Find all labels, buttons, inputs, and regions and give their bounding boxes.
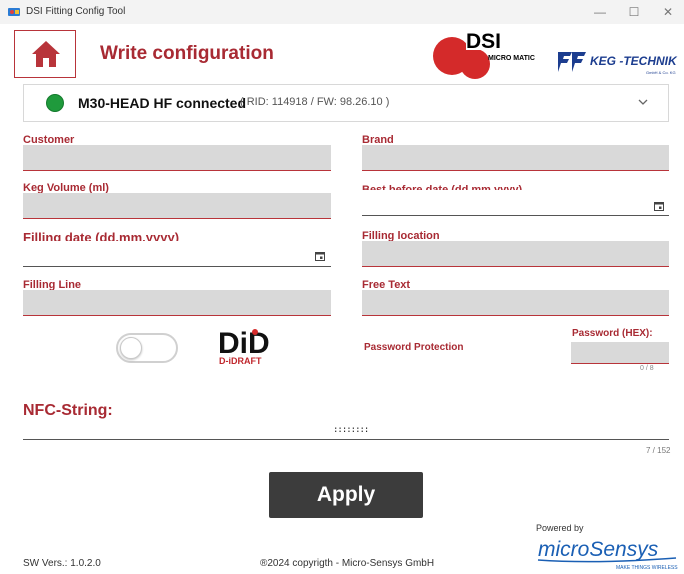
window-title: DSI Fitting Config Tool (26, 6, 126, 17)
brand-input[interactable] (362, 145, 669, 171)
filling-location-input[interactable] (362, 241, 669, 267)
software-version: SW Vers.: 1.0.2.0 (23, 558, 101, 569)
nfc-char-counter: 7 / 152 (646, 446, 671, 455)
keg-volume-input[interactable] (23, 193, 331, 219)
connection-status-indicator (46, 94, 64, 112)
powered-by-label: Powered by (536, 523, 584, 533)
device-status-text: M30-HEAD HF connected (78, 95, 247, 111)
close-button[interactable]: ✕ (654, 3, 682, 21)
keg-technik-logo: KEG -TECHNIK GmbH & Co. KG (558, 52, 678, 75)
best-before-input[interactable] (362, 190, 669, 216)
free-text-input[interactable] (362, 290, 669, 316)
password-char-counter: 0 / 8 (640, 365, 654, 372)
password-hex-input[interactable] (571, 342, 669, 364)
device-status-detail: ( RID: 114918 / FW: 98.26.10 ) (240, 96, 390, 108)
minimize-button[interactable]: — (586, 3, 614, 21)
microsensys-logo-text: microSensys (538, 538, 659, 561)
device-status-dropdown[interactable]: M30-HEAD HF connected ( RID: 114918 / FW… (23, 84, 669, 122)
password-hex-label: Password (HEX): (572, 328, 653, 339)
window-titlebar: DSI Fitting Config Tool — ☐ ✕ (0, 0, 684, 24)
home-icon (32, 41, 60, 67)
apply-button[interactable]: Apply (269, 472, 423, 518)
dsi-logo: DSI MICRO MATIC (433, 26, 535, 79)
microsensys-logo: microSensys MAKE THINGS WIRELESS (537, 538, 678, 571)
dsi-logo-text: DSI (466, 30, 501, 53)
filling-date-input[interactable] (23, 241, 331, 267)
home-button[interactable] (14, 30, 76, 78)
d-idraft-logo-subtext: D-iDRAFT (219, 356, 262, 366)
maximize-button[interactable]: ☐ (620, 3, 648, 21)
dsi-logo-subtext: MICRO MATIC (488, 55, 535, 62)
toggle-knob (120, 337, 142, 359)
filling-line-input[interactable] (23, 290, 331, 316)
microsensys-tagline: MAKE THINGS WIRELESS (616, 565, 678, 571)
password-protection-label: Password Protection (364, 342, 464, 353)
calendar-icon[interactable] (654, 201, 664, 211)
page-title: Write configuration (100, 43, 274, 64)
chevron-down-icon (638, 99, 648, 105)
calendar-icon[interactable] (315, 251, 325, 261)
password-protection-toggle[interactable] (116, 333, 178, 363)
copyright-text: ®2024 copyrigth - Micro-Sensys GmbH (260, 558, 435, 569)
customer-input[interactable] (23, 145, 331, 171)
nfc-string-value: :::::::: (333, 425, 369, 435)
app-icon (8, 8, 20, 16)
keg-logo-text: KEG -TECHNIK (590, 54, 678, 68)
d-idraft-logo: DiD D-iDRAFT (218, 327, 270, 366)
keg-logo-subtext: GmbH & Co. KG (646, 70, 676, 75)
